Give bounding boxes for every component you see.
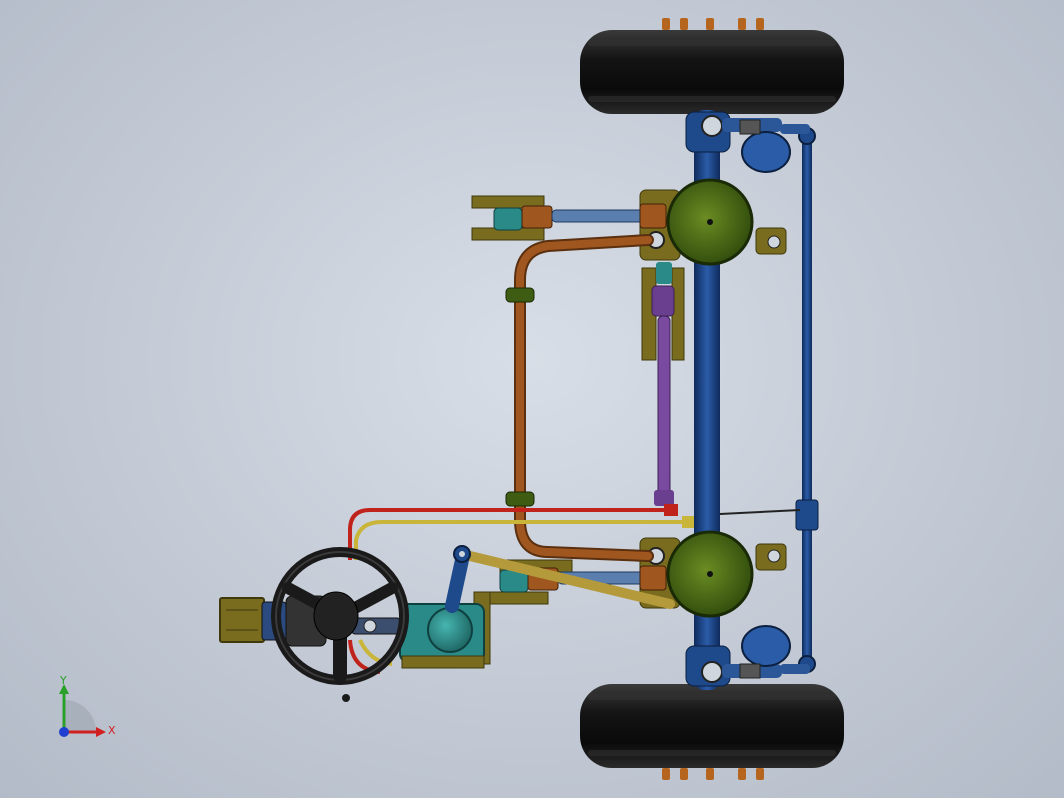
cad-viewport[interactable]: Y X <box>0 0 1064 798</box>
y-axis-label: Y <box>59 676 67 687</box>
top-frame-bracket[interactable] <box>471 195 667 241</box>
z-axis-dot <box>59 727 69 737</box>
top-wheel-lug-nuts <box>662 18 764 30</box>
top-wheel[interactable] <box>580 18 844 114</box>
x-axis-arrow <box>96 727 106 737</box>
bottom-wheel-lug-nuts <box>662 768 764 780</box>
bottom-wheel[interactable] <box>580 684 844 780</box>
x-axis-label: X <box>108 724 116 737</box>
coordinate-triad: Y X <box>59 676 116 737</box>
track-rod[interactable] <box>641 262 685 506</box>
assembly-scene[interactable] <box>0 0 1064 798</box>
